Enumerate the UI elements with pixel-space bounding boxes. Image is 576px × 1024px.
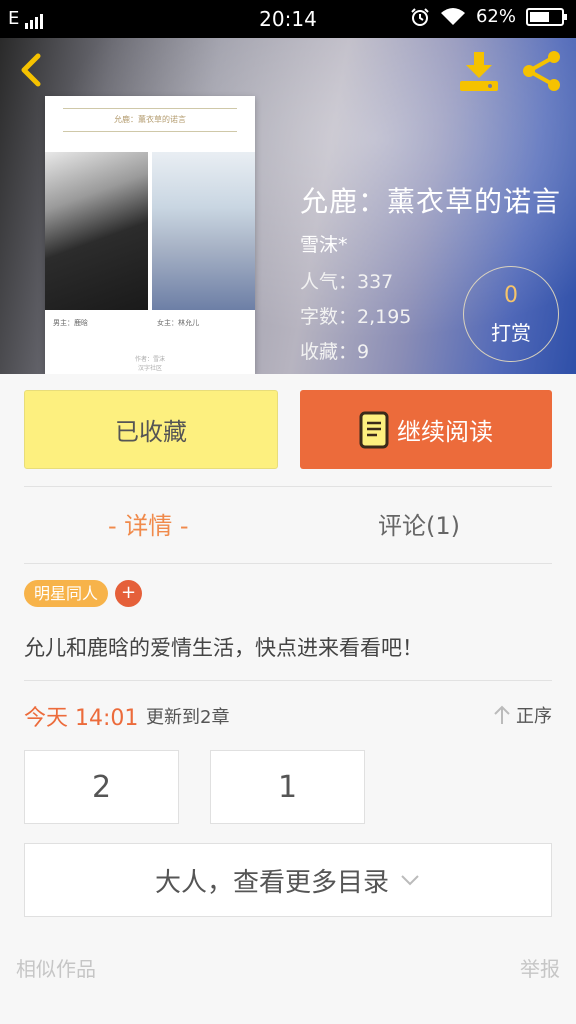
- update-text: 更新到2章: [146, 707, 230, 728]
- reward-button[interactable]: 0 打赏: [463, 266, 559, 362]
- status-bar: E 20:14 62%: [0, 0, 576, 38]
- cover-photo-male: [45, 152, 148, 310]
- sort-order-button[interactable]: 正序: [492, 702, 552, 728]
- book-icon: [359, 411, 389, 448]
- battery-percent: 62%: [475, 6, 516, 27]
- favorited-button[interactable]: 已收藏: [24, 390, 278, 469]
- arrow-up-icon: [494, 705, 510, 724]
- continue-reading-label: 继续阅读: [397, 418, 493, 446]
- cover-footer-author: 作者：雪沫: [134, 356, 165, 363]
- cover-male-lead: 男主：鹿晗: [53, 319, 88, 327]
- book-author[interactable]: 雪沫*: [300, 230, 348, 257]
- book-title: 允鹿：薰衣草的诺言: [300, 185, 562, 218]
- cover-female-lead: 女主：林允儿: [157, 319, 199, 327]
- reward-label: 打赏: [491, 321, 531, 345]
- reward-count: 0: [504, 283, 518, 308]
- word-count-stat: 字数：2,195: [300, 306, 412, 328]
- continue-reading-button[interactable]: 继续阅读: [300, 390, 552, 469]
- sort-order-label: 正序: [516, 706, 552, 727]
- more-catalog-button[interactable]: 大人，查看更多目录: [24, 843, 552, 917]
- popularity-stat: 人气：337: [300, 271, 394, 293]
- favorites-stat: 收藏：9: [300, 341, 370, 363]
- category-tag[interactable]: 明星同人: [24, 580, 109, 607]
- report-link[interactable]: 举报: [520, 953, 560, 982]
- download-icon[interactable]: [456, 48, 502, 94]
- divider: [24, 563, 552, 564]
- divider: [24, 486, 552, 487]
- tab-detail[interactable]: - 详情 -: [108, 506, 189, 541]
- cover-footer: 作者：雪沫 汉字社区: [45, 354, 255, 372]
- chapter-button[interactable]: 1: [210, 750, 365, 824]
- book-header: 允鹿：薰衣草的诺言 男主：鹿晗 女主：林允儿 作者：雪沫 汉字社区 允鹿：薰衣草…: [0, 38, 576, 374]
- add-tag-button[interactable]: +: [115, 580, 142, 607]
- chapter-button[interactable]: 2: [24, 750, 179, 824]
- chevron-down-icon: [401, 875, 419, 886]
- divider: [24, 680, 552, 681]
- cover-footer-site: 汉字社区: [137, 365, 162, 372]
- wifi-icon: [440, 7, 465, 25]
- cover-caption: 允鹿：薰衣草的诺言: [63, 108, 237, 132]
- alarm-icon: [411, 7, 429, 26]
- tab-comments[interactable]: 评论(1): [378, 506, 460, 541]
- back-chevron-icon[interactable]: [14, 50, 54, 90]
- similar-works-label[interactable]: 相似作品: [16, 953, 96, 982]
- update-time: 今天 14:01: [24, 706, 139, 731]
- battery-icon: [526, 7, 567, 26]
- cover-photo-female: [152, 152, 255, 310]
- share-icon[interactable]: [520, 48, 566, 94]
- more-catalog-label: 大人，查看更多目录: [154, 867, 389, 898]
- book-description: 允儿和鹿晗的爱情生活，快点进来看看吧！: [24, 636, 423, 660]
- book-cover[interactable]: 允鹿：薰衣草的诺言 男主：鹿晗 女主：林允儿 作者：雪沫 汉字社区: [45, 96, 255, 374]
